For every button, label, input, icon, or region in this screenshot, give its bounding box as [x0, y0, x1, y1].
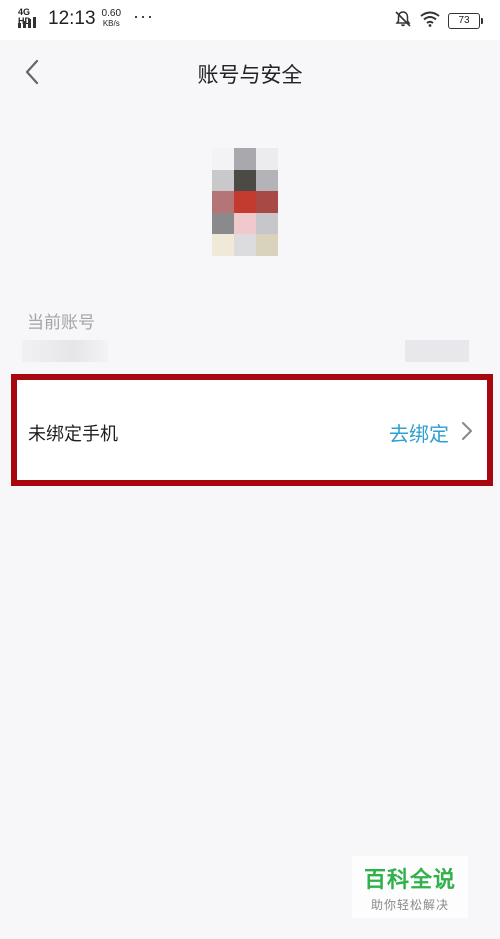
status-bar: 4G HD 12:13 0.60 KB/s ···	[0, 0, 500, 40]
network-speed: 0.60 KB/s	[102, 9, 121, 29]
mute-bell-icon	[394, 10, 412, 32]
avatar[interactable]	[212, 148, 278, 256]
network-speed-value: 0.60	[101, 8, 122, 19]
more-notifications-icon: ···	[133, 5, 154, 26]
status-bar-right: 73	[394, 10, 483, 32]
battery-icon: 73	[448, 13, 483, 29]
current-account-label: 当前账号	[27, 313, 95, 333]
watermark-logo: 百科全说 助你轻松解决	[352, 856, 468, 918]
account-detail-redacted	[405, 340, 469, 362]
watermark-title: 百科全说	[363, 868, 456, 893]
page-title: 账号与安全	[197, 63, 303, 87]
wifi-icon	[420, 11, 440, 31]
page-header: 账号与安全	[0, 40, 500, 106]
status-bar-left: 4G HD 12:13 0.60 KB/s ···	[18, 5, 154, 30]
signal-bars	[18, 17, 36, 28]
bind-phone-link[interactable]: 去绑定	[389, 418, 449, 447]
bind-phone-status: 未绑定手机	[28, 424, 118, 445]
account-value-redacted	[22, 340, 108, 362]
network-speed-unit: KB/s	[102, 19, 120, 28]
signal-icon: 4G HD	[18, 8, 44, 30]
status-time: 12:13	[48, 8, 96, 29]
bind-phone-row[interactable]: 未绑定手机 去绑定	[17, 380, 487, 482]
chevron-right-icon	[462, 422, 472, 440]
watermark-subtitle: 助你轻松解决	[370, 898, 449, 912]
